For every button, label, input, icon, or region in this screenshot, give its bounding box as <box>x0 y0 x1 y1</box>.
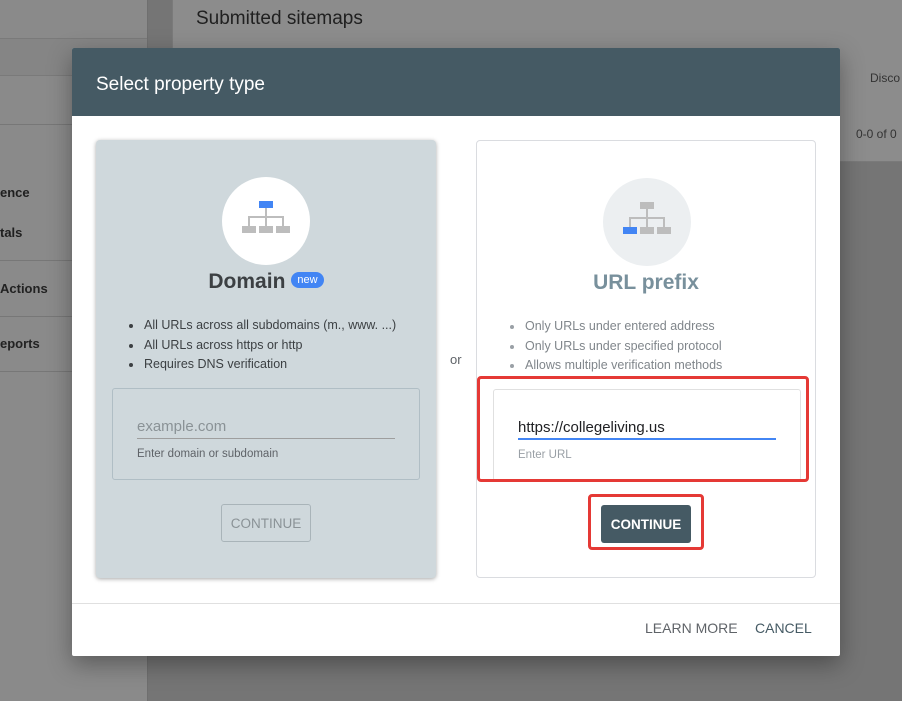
cancel-button[interactable]: CANCEL <box>755 620 812 636</box>
domain-input-helper: Enter domain or subdomain <box>137 448 279 460</box>
sitemap-tree-icon <box>623 202 671 234</box>
background-sidebar-label: Actions <box>0 281 48 296</box>
domain-card-title: Domain new <box>96 270 436 294</box>
background-range-text: 0-0 of 0 <box>856 127 897 141</box>
new-badge: new <box>291 272 324 289</box>
dialog-footer: LEARN MORE CANCEL <box>72 603 840 656</box>
url-prefix-card-title: URL prefix <box>593 271 699 294</box>
domain-input-box: Enter domain or subdomain <box>112 388 420 480</box>
background-sidebar-label: tals <box>0 225 23 240</box>
domain-title-text: Domain <box>208 270 286 293</box>
list-item: Only URLs under entered address <box>509 317 722 337</box>
url-input[interactable] <box>518 416 776 440</box>
background-sidebar-label: eports <box>0 336 40 351</box>
url-input-helper: Enter URL <box>518 449 572 461</box>
list-item: All URLs across https or http <box>128 336 396 356</box>
background-sidebar-label: ence <box>0 185 30 200</box>
or-separator: or <box>450 352 462 367</box>
background-column-header: Disco <box>870 71 901 85</box>
domain-continue-button[interactable]: CONTINUE <box>221 504 311 542</box>
url-prefix-bullet-list: Only URLs under entered address Only URL… <box>509 317 722 376</box>
url-prefix-card[interactable]: URL prefix Only URLs under entered addre… <box>476 140 816 578</box>
list-item: Allows multiple verification methods <box>509 356 722 376</box>
domain-input[interactable] <box>137 415 395 439</box>
url-prefix-continue-button[interactable]: CONTINUE <box>601 505 691 543</box>
learn-more-button[interactable]: LEARN MORE <box>645 620 738 636</box>
domain-card[interactable]: Domain new All URLs across all subdomains… <box>96 140 436 578</box>
url-input-box: Enter URL <box>493 389 801 481</box>
list-item: Only URLs under specified protocol <box>509 337 722 357</box>
list-item: Requires DNS verification <box>128 355 396 375</box>
background-page-title: Submitted sitemaps <box>196 8 363 29</box>
dialog-title: Select property type <box>96 74 265 95</box>
domain-icon-circle <box>222 177 310 265</box>
url-prefix-icon-circle <box>603 178 691 266</box>
list-item: All URLs across all subdomains (m., www.… <box>128 316 396 336</box>
select-property-dialog: Select property type Domain new All URLs … <box>72 48 840 656</box>
domain-bullet-list: All URLs across all subdomains (m., www.… <box>128 316 396 375</box>
sitemap-tree-icon <box>242 201 290 233</box>
dialog-header: Select property type <box>72 48 840 116</box>
